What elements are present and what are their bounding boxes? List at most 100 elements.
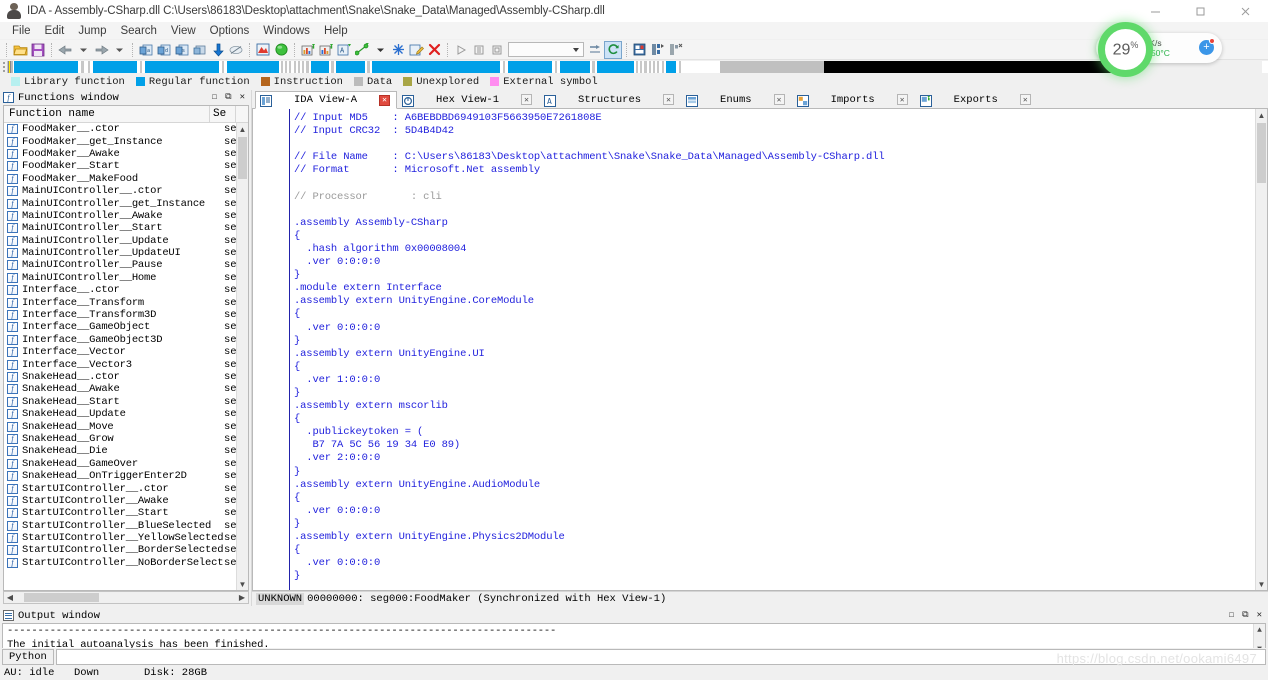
- nav-forward-dropdown-icon[interactable]: [110, 41, 128, 59]
- code-line[interactable]: {: [290, 492, 1267, 505]
- code-line[interactable]: .ver 0:0:0:0: [290, 322, 1267, 335]
- code-line[interactable]: // Processor : cli: [290, 191, 1267, 204]
- menu-item-jump[interactable]: Jump: [71, 24, 113, 38]
- function-list-row[interactable]: f MainUIController__UpdateUI se: [4, 247, 248, 259]
- function-list-row[interactable]: f SnakeHead__Die se: [4, 445, 248, 457]
- code-line[interactable]: .assembly extern UnityEngine.Physics2DMo…: [290, 531, 1267, 544]
- function-list-row[interactable]: f FoodMaker__MakeFood se: [4, 173, 248, 185]
- code-line[interactable]: {: [290, 361, 1267, 374]
- code-line[interactable]: .ver 0:0:0:0: [290, 557, 1267, 570]
- pause-icon[interactable]: [470, 41, 488, 59]
- function-list-row[interactable]: f SnakeHead__Awake se: [4, 383, 248, 395]
- ida-view-a-code[interactable]: // Input MD5 : A6BEBDBD6949103F5663950E7…: [252, 109, 1268, 591]
- tab-close-icon[interactable]: ✕: [663, 94, 675, 105]
- menu-item-windows[interactable]: Windows: [256, 24, 317, 38]
- functions-vertical-scrollbar[interactable]: ▲ ▼: [236, 123, 248, 590]
- function-list-row[interactable]: f MainUIController__Pause se: [4, 259, 248, 271]
- function-list-row[interactable]: f MainUIController__.ctor se: [4, 185, 248, 197]
- step-icon[interactable]: [586, 41, 604, 59]
- code-line[interactable]: [290, 138, 1267, 151]
- function-list-row[interactable]: f Interface__Transform se: [4, 296, 248, 309]
- output-window-close[interactable]: ✕: [1257, 610, 1262, 620]
- scroll-thumb[interactable]: [1257, 123, 1266, 183]
- menu-item-view[interactable]: View: [164, 24, 203, 38]
- save-icon[interactable]: [29, 41, 47, 59]
- scroll-up-icon[interactable]: ▲: [1256, 109, 1267, 121]
- code-line[interactable]: }: [290, 269, 1267, 282]
- code-line[interactable]: .assembly extern UnityEngine.CoreModule: [290, 295, 1267, 308]
- code-line[interactable]: // File Name : C:\Users\86183\Desktop\at…: [290, 151, 1267, 164]
- text-view-icon[interactable]: A: [335, 41, 353, 59]
- scroll-left-icon[interactable]: ◀: [4, 593, 16, 602]
- hscroll-track[interactable]: [16, 592, 236, 603]
- functions-window-float[interactable]: ⧉: [225, 93, 231, 102]
- menu-item-help[interactable]: Help: [317, 24, 355, 38]
- menu-item-options[interactable]: Options: [203, 24, 257, 38]
- delete-red-x-icon[interactable]: [425, 41, 443, 59]
- column-header-segment[interactable]: Se: [210, 106, 236, 122]
- output-window-maximize[interactable]: ☐: [1229, 610, 1234, 620]
- code-line[interactable]: }: [290, 466, 1267, 479]
- function-list-row[interactable]: f SnakeHead__Move se: [4, 420, 248, 433]
- function-list-row[interactable]: f StartUIController__BorderSelected se: [4, 544, 248, 556]
- function-list-row[interactable]: f Interface__GameObject3D se: [4, 334, 248, 346]
- tab-close-icon[interactable]: ✕: [896, 94, 908, 105]
- function-list-row[interactable]: f Interface__.ctor se: [4, 284, 248, 296]
- tab-exports[interactable]: Exports ✕: [914, 90, 1038, 108]
- scroll-down-icon[interactable]: ▼: [237, 578, 248, 590]
- function-list-row[interactable]: f StartUIController__BlueSelected se: [4, 520, 248, 532]
- code-line[interactable]: .assembly extern UnityEngine.UI: [290, 348, 1267, 361]
- navband-grip[interactable]: [0, 61, 7, 73]
- stop-icon[interactable]: [488, 41, 506, 59]
- function-list-row[interactable]: f MainUIController__Update se: [4, 235, 248, 247]
- code-line[interactable]: .module extern Interface: [290, 282, 1267, 295]
- xrefs-dropdown-icon[interactable]: [371, 41, 389, 59]
- code-vertical-scrollbar[interactable]: ▲ ▼: [1255, 109, 1267, 590]
- function-list-row[interactable]: f SnakeHead__GameOver se: [4, 458, 248, 470]
- code-line[interactable]: // Format : Microsoft.Net assembly: [290, 164, 1267, 177]
- graph-icon[interactable]: [254, 41, 272, 59]
- output-window-float[interactable]: ⧉: [1242, 610, 1248, 620]
- code-line[interactable]: {: [290, 413, 1267, 426]
- nav-forward-icon[interactable]: [92, 41, 110, 59]
- tab-close-icon[interactable]: ✕: [521, 94, 533, 105]
- code-line[interactable]: // Input MD5 : A6BEBDBD6949103F5663950E7…: [290, 112, 1267, 125]
- tab-imports[interactable]: Imports ✕: [791, 90, 915, 108]
- scroll-thumb[interactable]: [238, 137, 247, 179]
- tab-structures[interactable]: A Structures ✕: [539, 90, 682, 108]
- code-line[interactable]: .ver 2:0:0:0: [290, 452, 1267, 465]
- function-list-row[interactable]: f Interface__Vector3 se: [4, 358, 248, 371]
- menu-item-search[interactable]: Search: [113, 24, 163, 38]
- column-header-function-name[interactable]: Function name: [4, 106, 210, 122]
- code-line[interactable]: .ver 0:0:0:0: [290, 505, 1267, 518]
- cli-language-button[interactable]: Python: [2, 649, 54, 665]
- function-list-row[interactable]: f MainUIController__get_Instance se: [4, 197, 248, 210]
- function-list-row[interactable]: f FoodMaker__.ctor se: [4, 123, 248, 135]
- code-line[interactable]: .ver 1:0:0:0: [290, 374, 1267, 387]
- code-line[interactable]: }: [290, 570, 1267, 583]
- functions-window-close[interactable]: ✕: [240, 93, 245, 102]
- code-line[interactable]: }: [290, 387, 1267, 400]
- watch-icon[interactable]: [667, 41, 685, 59]
- code-line[interactable]: .assembly Assembly-CSharp: [290, 217, 1267, 230]
- close-button[interactable]: [1223, 0, 1268, 22]
- nav-back-dropdown-icon[interactable]: [74, 41, 92, 59]
- scroll-up-icon[interactable]: ▲: [237, 123, 248, 135]
- function-list-row[interactable]: f StartUIController__.ctor se: [4, 482, 248, 495]
- function-list-row[interactable]: f StartUIController__Awake se: [4, 495, 248, 507]
- tab-close-icon[interactable]: ✕: [773, 94, 785, 105]
- code-line[interactable]: .ver 0:0:0:0: [290, 256, 1267, 269]
- code-line[interactable]: {: [290, 544, 1267, 557]
- function-list-row[interactable]: f Interface__GameObject se: [4, 321, 248, 333]
- code-line[interactable]: {: [290, 230, 1267, 243]
- cpu-usage-gauge[interactable]: 29%: [1098, 22, 1153, 77]
- function-list-row[interactable]: f Interface__Vector se: [4, 346, 248, 358]
- code-icon[interactable]: a: [137, 41, 155, 59]
- function-list-row[interactable]: f StartUIController__NoBorderSelected se: [4, 557, 248, 569]
- hscroll-thumb[interactable]: [24, 593, 99, 602]
- function-list-row[interactable]: f StartUIController__Start se: [4, 507, 248, 519]
- function-list-row[interactable]: f MainUIController__Awake se: [4, 210, 248, 222]
- tab-enums[interactable]: Enums ✕: [681, 90, 792, 108]
- scroll-up-icon[interactable]: ▲: [1254, 624, 1265, 636]
- function-list-row[interactable]: f Interface__Transform3D se: [4, 309, 248, 321]
